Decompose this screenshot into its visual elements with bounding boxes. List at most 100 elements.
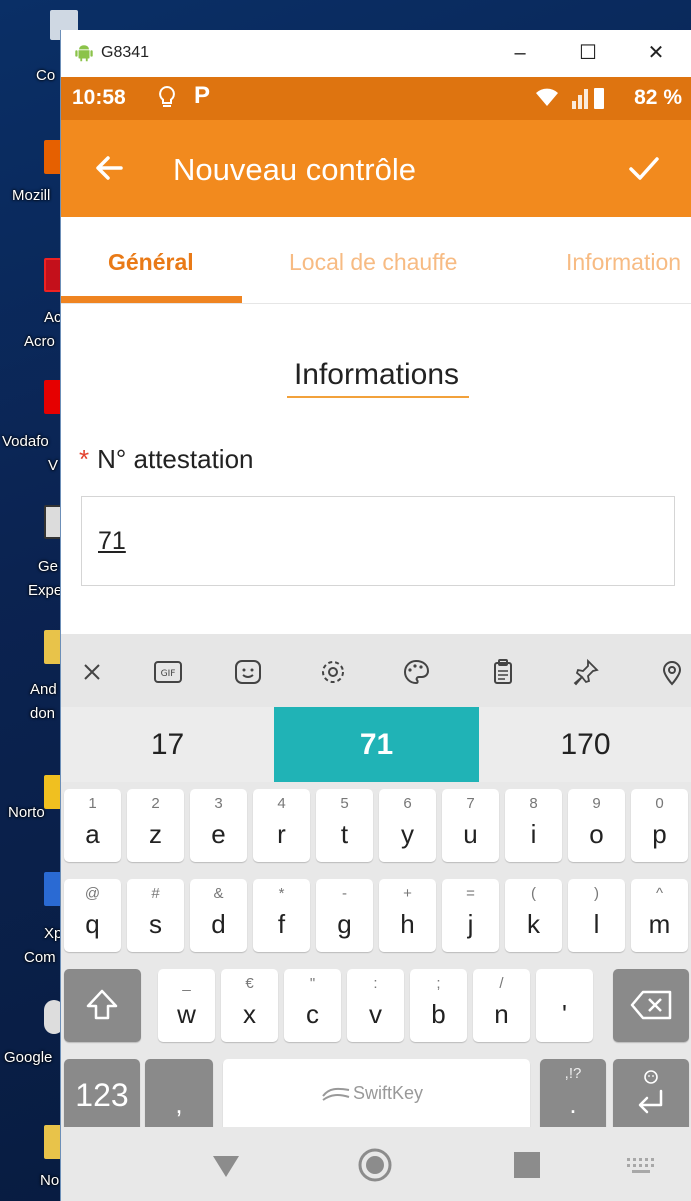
key-s[interactable]: # s [127, 879, 184, 952]
key-y[interactable]: 6y [379, 789, 436, 862]
key-label: 123 [75, 1077, 129, 1113]
confirm-check-icon[interactable] [626, 150, 662, 186]
section-underline [287, 396, 469, 398]
key-label: s [149, 909, 162, 939]
punctuation-key[interactable]: ,!?. [540, 1059, 606, 1132]
nav-back-icon[interactable] [208, 1147, 244, 1183]
key-apostrophe[interactable]: ' [536, 969, 593, 1042]
key-hint: " [309, 975, 316, 992]
desktop-icon-computer[interactable]: Co [0, 10, 78, 90]
key-hint: 6 [403, 795, 412, 812]
desktop-icon-label: Mozill [12, 187, 51, 204]
key-z[interactable]: 2z [127, 789, 184, 862]
desktop-icon-google[interactable]: Google [0, 1000, 64, 1070]
tab-local-de-chauffe[interactable]: Local de chauffe [289, 249, 457, 276]
key-m[interactable]: ^ m [631, 879, 688, 952]
key-label: i [530, 819, 537, 849]
key-label: ' [562, 999, 567, 1029]
tab-information[interactable]: Information [566, 249, 681, 276]
suggestion-right[interactable]: 170 [479, 707, 691, 782]
key-a[interactable]: 1a [64, 789, 121, 862]
key-label: , [175, 1089, 183, 1119]
settings-gear-icon[interactable] [318, 658, 348, 686]
key-p[interactable]: 0p [631, 789, 688, 862]
key-n[interactable]: / n [473, 969, 530, 1042]
key-v[interactable]: :v [347, 969, 404, 1042]
key-k[interactable]: (k [505, 879, 562, 952]
key-j[interactable]: = j [442, 879, 499, 952]
clipboard-icon[interactable] [488, 658, 518, 686]
theme-palette-icon[interactable] [401, 658, 431, 686]
key-label: a [85, 819, 100, 849]
key-label: v [369, 999, 382, 1029]
location-pin-icon[interactable] [657, 658, 687, 686]
tab-general[interactable]: Général [108, 249, 194, 276]
desktop-icon-label: don [30, 705, 56, 722]
back-arrow-icon[interactable] [91, 150, 127, 186]
key-o[interactable]: 9o [568, 789, 625, 862]
shift-key[interactable] [64, 969, 141, 1042]
desktop-icon-acrobat[interactable]: Ac Acro [0, 258, 64, 358]
nav-home-icon[interactable] [357, 1147, 393, 1183]
space-key[interactable]: SwiftKey [223, 1059, 530, 1132]
desktop-icon-norton[interactable]: Norto [0, 775, 64, 835]
key-hint: 2 [151, 795, 160, 812]
desktop-icon-install[interactable]: No [0, 1125, 64, 1201]
suggestion-left[interactable]: 17 [61, 707, 274, 782]
comma-key[interactable]: , [145, 1059, 213, 1132]
keyboard-toolbar: GIF [61, 634, 691, 707]
key-label: w [177, 999, 196, 1029]
gif-icon[interactable]: GIF [153, 658, 183, 686]
close-toolbar-icon[interactable] [77, 658, 107, 686]
window-titlebar[interactable]: G8341 – ☐ ✕ [61, 30, 691, 77]
key-h[interactable]: + h [379, 879, 436, 952]
desktop-icon-vodafone[interactable]: Vodafo V [0, 380, 64, 480]
key-l[interactable]: ) l [568, 879, 625, 952]
key-q[interactable]: @ q [64, 879, 121, 952]
attestation-number-input[interactable]: 71 [81, 496, 675, 586]
key-t[interactable]: 5t [316, 789, 373, 862]
swiftkey-keyboard: GIF 17 71 170 1 a 2 z 3 e 4 r 5 t 6 y 7 u 8 i 9 o 0 p @ q # s & d… [61, 634, 691, 1132]
desktop-icon-label: Expe [28, 582, 63, 599]
numbers-key[interactable]: 123 [64, 1059, 140, 1132]
battery-percent: 82 % [634, 86, 682, 109]
keyboard-toggle-icon[interactable] [623, 1147, 659, 1183]
key-g[interactable]: -g [316, 879, 373, 952]
key-u[interactable]: 7u [442, 789, 499, 862]
key-label: e [211, 819, 226, 849]
key-b[interactable]: ; b [410, 969, 467, 1042]
sticker-icon[interactable] [233, 658, 263, 686]
desktop-icon-genymotion[interactable]: Ge Expe [0, 505, 64, 605]
key-r[interactable]: 4r [253, 789, 310, 862]
svg-text:GIF: GIF [161, 669, 176, 679]
key-f[interactable]: * f [253, 879, 310, 952]
backspace-key[interactable] [613, 969, 689, 1042]
tab-bar: Général Local de chauffe Information [61, 217, 691, 304]
key-w[interactable]: _ w [158, 969, 215, 1042]
key-hint: 7 [466, 795, 475, 812]
key-hint: ^ [655, 885, 664, 902]
key-hint: = [466, 885, 475, 902]
pin-icon[interactable] [570, 658, 600, 686]
key-c[interactable]: " c [284, 969, 341, 1042]
desktop-icon-xp[interactable]: Xp Com [0, 872, 64, 972]
key-x[interactable]: € x [221, 969, 278, 1042]
backspace-icon [630, 990, 672, 1020]
key-label: y [401, 819, 414, 849]
desktop-icon-label: No [40, 1172, 60, 1189]
desktop-icon-android[interactable]: And don [0, 630, 64, 730]
minimize-button[interactable]: – [505, 40, 535, 66]
close-button[interactable]: ✕ [641, 40, 671, 66]
key-label: l [593, 909, 600, 939]
key-hint: - [342, 885, 347, 902]
enter-key[interactable] [613, 1059, 689, 1132]
nav-recents-icon[interactable] [509, 1147, 545, 1183]
suggestion-center[interactable]: 71 [274, 707, 479, 782]
key-e[interactable]: 3e [190, 789, 247, 862]
key-hint: 3 [214, 795, 223, 812]
key-hint: ; [436, 975, 441, 992]
key-i[interactable]: 8i [505, 789, 562, 862]
key-d[interactable]: & d [190, 879, 247, 952]
maximize-button[interactable]: ☐ [573, 40, 603, 66]
desktop-icon-mozilla[interactable]: Mozill [0, 140, 64, 210]
